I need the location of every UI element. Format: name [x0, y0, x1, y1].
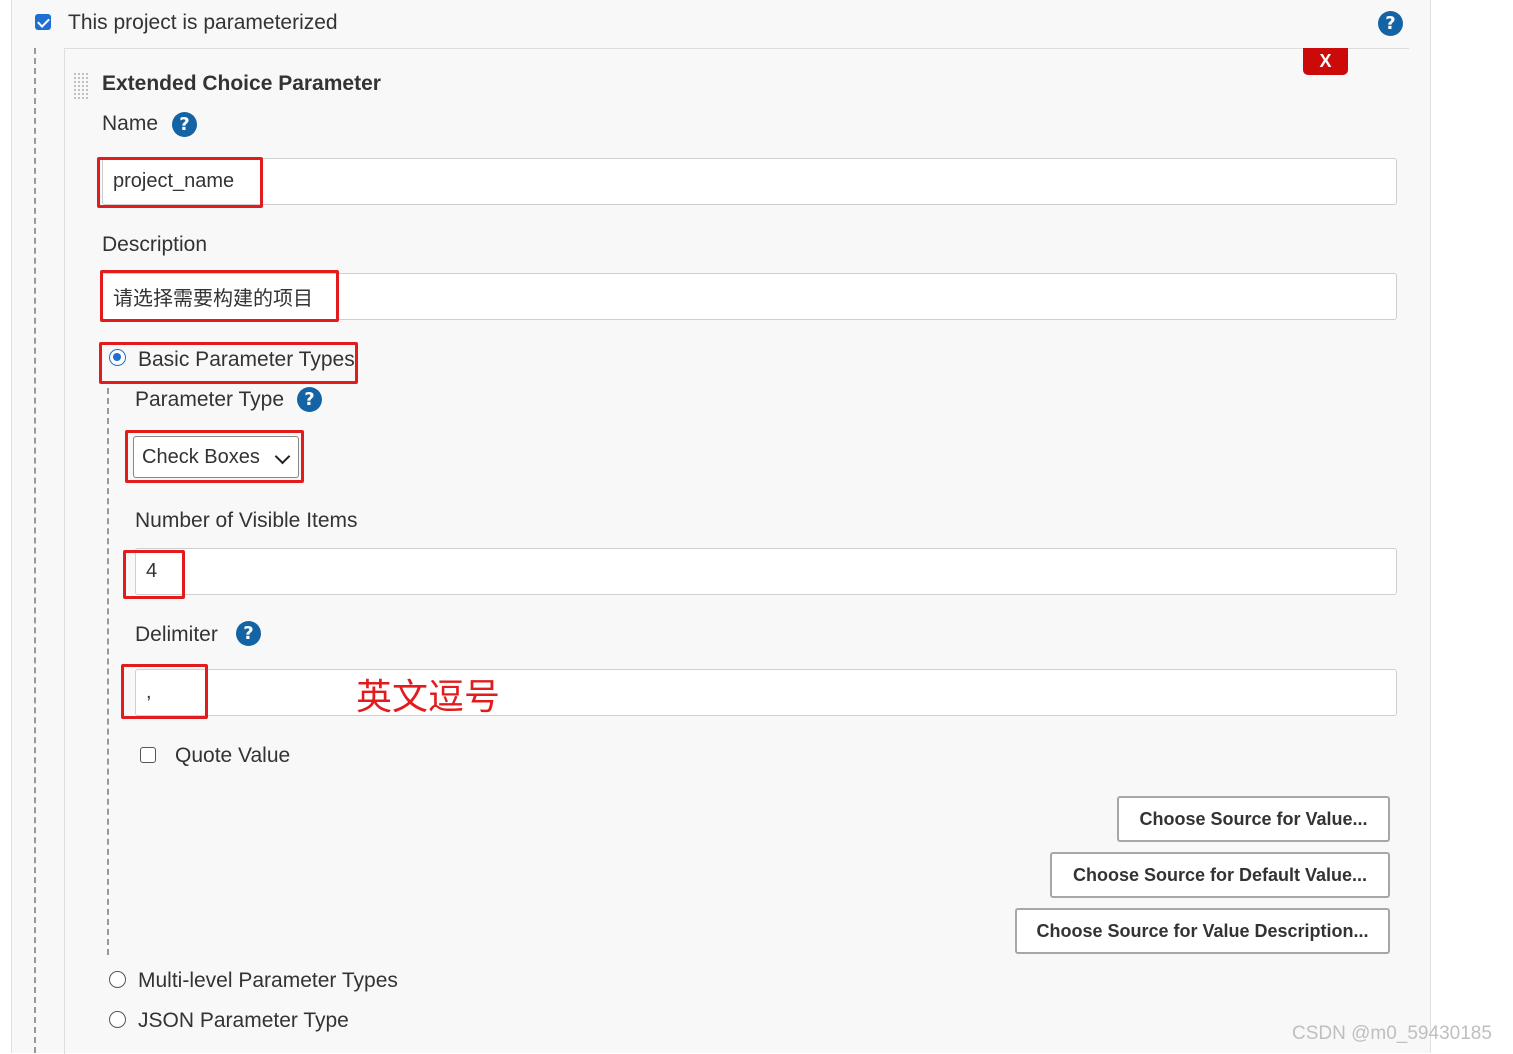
- highlight-box: [100, 270, 339, 322]
- delimiter-input[interactable]: ,: [135, 669, 1397, 716]
- multi-level-parameter-types-radio[interactable]: [109, 971, 126, 988]
- description-label: Description: [102, 233, 208, 256]
- drag-handle-icon[interactable]: [73, 72, 90, 100]
- choose-source-value-button[interactable]: Choose Source for Value...: [1117, 796, 1390, 842]
- highlight-box: [97, 157, 263, 208]
- block-guide-line: [34, 48, 36, 1053]
- parameter-block-title: Extended Choice Parameter: [102, 72, 381, 95]
- delete-parameter-button[interactable]: X: [1303, 48, 1348, 75]
- parameter-type-help-icon[interactable]: ?: [297, 387, 322, 412]
- highlight-box: [99, 342, 358, 384]
- highlight-box: [125, 430, 304, 483]
- quote-value-label: Quote Value: [175, 744, 291, 767]
- highlight-box: [123, 550, 185, 599]
- highlight-box: [121, 664, 208, 719]
- watermark: CSDN @m0_59430185: [1292, 1023, 1492, 1044]
- multi-level-parameter-types-label: Multi-level Parameter Types: [138, 969, 398, 992]
- delimiter-label: Delimiter: [135, 623, 218, 646]
- parameterized-checkbox[interactable]: [35, 14, 51, 30]
- json-parameter-type-radio[interactable]: [109, 1011, 126, 1028]
- name-label: Name: [102, 112, 159, 135]
- json-parameter-type-label: JSON Parameter Type: [138, 1009, 349, 1032]
- help-icon[interactable]: ?: [1378, 11, 1403, 36]
- choose-source-default-value-button[interactable]: Choose Source for Default Value...: [1050, 852, 1390, 898]
- delimiter-annotation: 英文逗号: [356, 676, 501, 717]
- basic-section-guide-line: [107, 388, 109, 955]
- parameterized-label: This project is parameterized: [68, 11, 338, 34]
- parameter-type-label: Parameter Type: [135, 388, 285, 411]
- name-help-icon[interactable]: ?: [172, 112, 197, 137]
- quote-value-checkbox[interactable]: [140, 747, 156, 763]
- choose-source-value-description-button[interactable]: Choose Source for Value Description...: [1015, 908, 1390, 954]
- name-input[interactable]: project_name: [102, 158, 1397, 205]
- visible-items-label: Number of Visible Items: [135, 509, 358, 532]
- delimiter-help-icon[interactable]: ?: [236, 621, 261, 646]
- visible-items-input[interactable]: 4: [135, 548, 1397, 595]
